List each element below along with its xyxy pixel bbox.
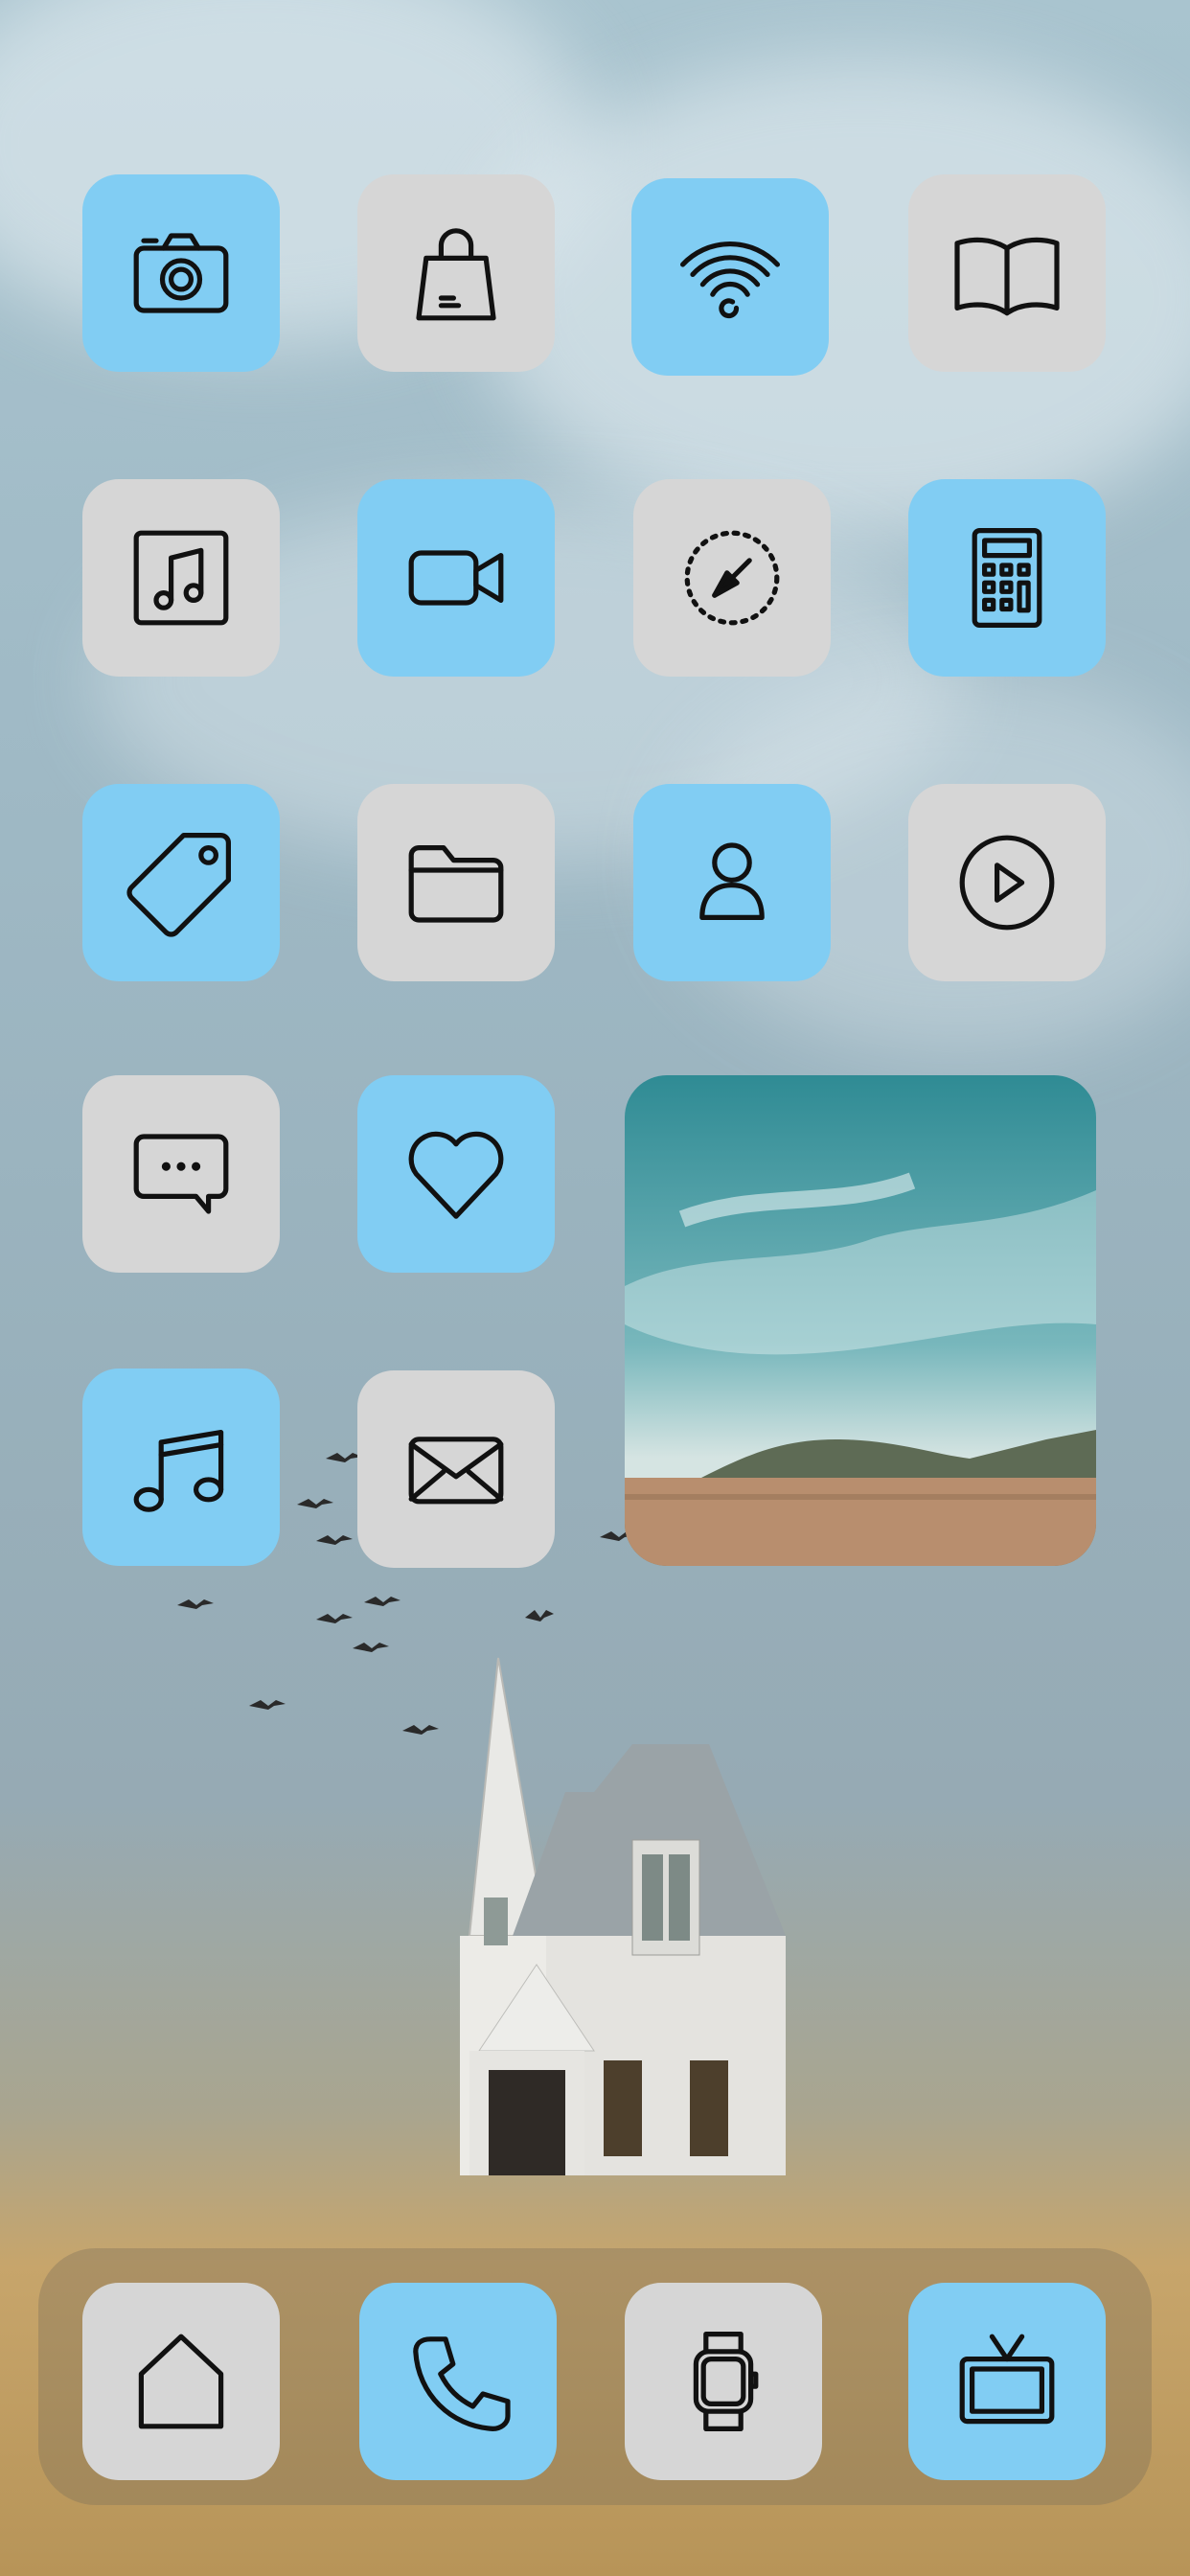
photo-widget[interactable] [625, 1075, 1096, 1566]
files-app-icon[interactable] [357, 784, 555, 981]
books-app-icon[interactable] [908, 174, 1106, 372]
mail-icon [408, 1437, 504, 1505]
camera-app-icon[interactable] [82, 174, 280, 372]
shopping-bag-app-icon[interactable] [357, 174, 555, 372]
book-icon [954, 237, 1060, 316]
safari-app-icon[interactable] [633, 479, 831, 677]
watch-app-icon[interactable] [625, 2283, 822, 2480]
shopping-bag-icon [416, 228, 496, 321]
tv-app-icon[interactable] [908, 2283, 1106, 2480]
health-app-icon[interactable] [357, 1075, 555, 1273]
itunes-app-icon[interactable] [82, 1368, 280, 1566]
phone-icon [413, 2336, 511, 2431]
video-camera-icon [408, 550, 504, 606]
heart-icon [408, 1131, 504, 1219]
home-screen [0, 0, 1190, 2576]
messages-app-icon[interactable] [82, 1075, 280, 1273]
landscape-photo-icon [625, 1075, 1096, 1566]
contacts-app-icon[interactable] [633, 784, 831, 981]
phone-app-icon[interactable] [359, 2283, 557, 2480]
folder-icon [408, 845, 504, 923]
videos-app-icon[interactable] [908, 784, 1106, 981]
calculator-app-icon[interactable] [908, 479, 1106, 677]
music-app-icon[interactable] [82, 479, 280, 677]
message-icon [133, 1134, 229, 1214]
music-icon [133, 1430, 224, 1512]
play-icon [959, 835, 1055, 931]
wallpaper-house [460, 1657, 786, 2175]
calculator-icon [972, 528, 1042, 628]
tag-icon [126, 833, 231, 937]
camera-icon [133, 233, 229, 313]
home-app-icon[interactable] [82, 2283, 280, 2480]
facetime-app-icon[interactable] [357, 479, 555, 677]
compass-icon [684, 530, 780, 626]
tv-icon [959, 2334, 1055, 2425]
wifi-app-icon[interactable] [631, 178, 829, 376]
watch-icon [693, 2332, 759, 2431]
tags-app-icon[interactable] [82, 784, 280, 981]
music-note-icon [133, 530, 229, 626]
home-icon [138, 2334, 224, 2429]
person-icon [699, 842, 765, 920]
mail-app-icon[interactable] [357, 1370, 555, 1568]
wifi-icon [680, 242, 780, 319]
